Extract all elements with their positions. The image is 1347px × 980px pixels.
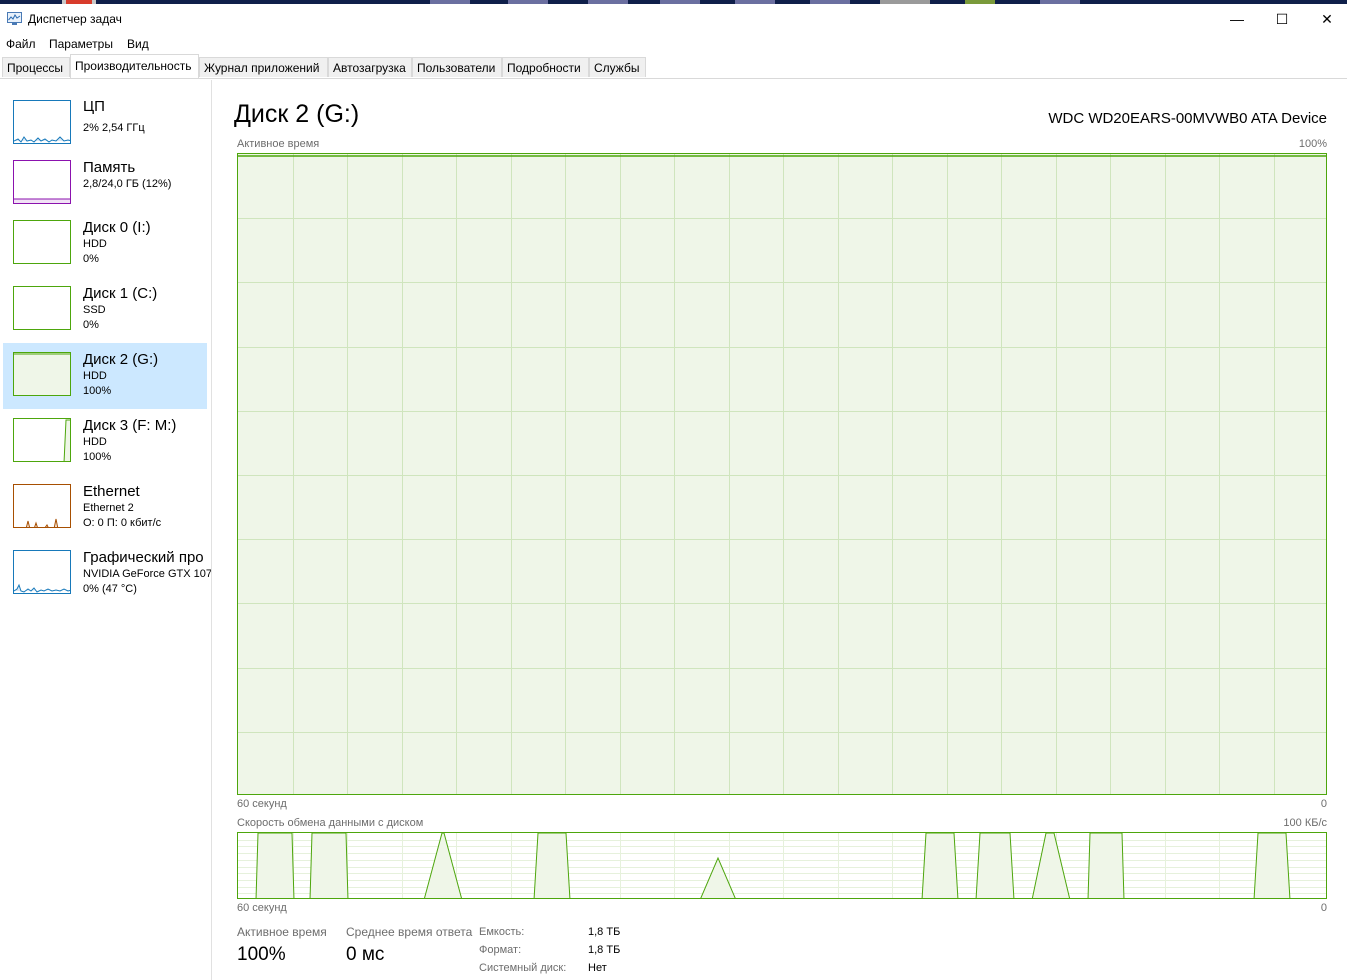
sidebar-item-title: Ethernet: [83, 483, 140, 500]
sidebar-item-throughput: О: 0 П: 0 кбит/с: [83, 517, 162, 529]
close-button[interactable]: ✕: [1304, 4, 1347, 34]
sidebar-item-memory[interactable]: Память 2,8/24,0 ГБ (12%): [3, 150, 207, 216]
transfer-rate-graph-x-left: 60 секунд: [237, 902, 287, 914]
sidebar-item-disk2[interactable]: Диск 2 (G:) HDD 100%: [3, 343, 207, 409]
tab-app-history[interactable]: Журнал приложений: [199, 57, 328, 77]
disk1-thumbnail-graph: [13, 286, 71, 330]
transfer-rate-mark: [309, 833, 349, 898]
disk3-thumbnail-graph: [13, 418, 71, 462]
page-title: Диск 2 (G:): [234, 100, 360, 128]
tab-bar: Процессы Производительность Журнал прило…: [0, 54, 1347, 79]
sidebar-item-usage: 100%: [83, 385, 112, 397]
sidebar-item-usage: 0%: [83, 253, 99, 265]
sidebar-item-title: ЦП: [83, 98, 105, 115]
minimize-button[interactable]: —: [1214, 4, 1260, 34]
format-label: Формат:: [479, 944, 522, 956]
transfer-rate-mark: [1253, 833, 1291, 898]
active-time-graph: [237, 153, 1327, 795]
sidebar-item-ethernet[interactable]: Ethernet Ethernet 2 О: 0 П: 0 кбит/с: [3, 478, 207, 544]
active-time-graph-max: 100%: [1298, 138, 1327, 150]
sidebar-item-disk0[interactable]: Диск 0 (I:) HDD 0%: [3, 214, 207, 280]
active-time-graph-x-right: 0: [1320, 798, 1327, 810]
ethernet-thumbnail-graph: [13, 484, 71, 528]
sidebar-item-type: HDD: [83, 238, 107, 250]
tab-services[interactable]: Службы: [589, 57, 646, 77]
capacity-label: Емкость:: [479, 926, 525, 938]
sidebar-item-type: HDD: [83, 436, 107, 448]
transfer-rate-graph: [237, 832, 1327, 899]
active-time-graph-x-left: 60 секунд: [237, 798, 287, 810]
sidebar-item-title: Диск 1 (C:): [83, 285, 158, 302]
disk-detail-pane: Диск 2 (G:) WDC WD20EARS-00MVWB0 ATA Dev…: [212, 80, 1347, 980]
sidebar-item-disk3[interactable]: Диск 3 (F: M:) HDD 100%: [3, 412, 207, 478]
sidebar-item-cpu[interactable]: ЦП 2% 2,54 ГГц: [3, 84, 207, 150]
transfer-rate-mark: [1031, 833, 1071, 898]
disk2-thumbnail-graph: [13, 352, 71, 396]
sidebar-item-usage: 0%: [83, 319, 99, 331]
device-name: WDC WD20EARS-00MVWB0 ATA Device: [1048, 110, 1327, 127]
tab-details[interactable]: Подробности: [502, 57, 589, 77]
cpu-thumbnail-graph: [13, 100, 71, 144]
gpu-thumbnail-graph: [13, 550, 71, 594]
transfer-rate-mark: [975, 833, 1015, 898]
sidebar-item-gpu[interactable]: Графический про NVIDIA GeForce GTX 107 0…: [3, 544, 211, 610]
transfer-rate-mark: [255, 833, 295, 898]
tab-startup[interactable]: Автозагрузка: [328, 57, 412, 77]
menu-file[interactable]: Файл: [6, 37, 36, 51]
resource-sidebar: ЦП 2% 2,54 ГГц Память 2,8/24,0 ГБ (12%) …: [0, 80, 212, 980]
active-time-stat-value: 100%: [237, 944, 286, 965]
sidebar-item-title: Диск 2 (G:): [83, 351, 159, 368]
transfer-rate-mark: [1087, 833, 1125, 898]
sidebar-item-usage: 100%: [83, 451, 112, 463]
sidebar-item-detail: 2% 2,54 ГГц: [83, 122, 145, 134]
active-time-graph-label: Активное время: [237, 138, 320, 150]
sidebar-item-title: Память: [83, 159, 136, 176]
sidebar-item-type: SSD: [83, 304, 106, 316]
active-time-stat-label: Активное время: [237, 925, 327, 939]
memory-thumbnail-graph: [13, 160, 71, 204]
sidebar-item-model: NVIDIA GeForce GTX 107: [83, 568, 212, 580]
menu-options[interactable]: Параметры: [49, 37, 113, 51]
response-time-stat-value: 0 мс: [346, 944, 385, 965]
maximize-button[interactable]: ☐: [1259, 4, 1305, 34]
response-time-stat-label: Среднее время ответа: [346, 925, 473, 939]
sidebar-item-adapter: Ethernet 2: [83, 502, 134, 514]
sidebar-item-title: Диск 0 (I:): [83, 219, 151, 236]
system-disk-label: Системный диск:: [479, 962, 567, 974]
menu-bar: Файл Параметры Вид: [0, 34, 1347, 54]
window-title: Диспетчер задач: [28, 12, 122, 26]
transfer-rate-mark: [533, 833, 571, 898]
sidebar-item-disk1[interactable]: Диск 1 (C:) SSD 0%: [3, 280, 207, 346]
transfer-rate-graph-max: 100 КБ/с: [1283, 817, 1327, 829]
transfer-rate-graph-x-right: 0: [1320, 902, 1327, 914]
sidebar-item-usage: 0% (47 °C): [83, 583, 137, 595]
sidebar-item-type: HDD: [83, 370, 107, 382]
transfer-rate-mark: [700, 856, 736, 898]
capacity-value: 1,8 ТБ: [588, 926, 621, 938]
title-bar: Диспетчер задач — ☐ ✕: [0, 4, 1347, 34]
sidebar-item-title: Диск 3 (F: M:): [83, 417, 177, 434]
task-manager-icon: [7, 12, 22, 25]
sidebar-item-detail: 2,8/24,0 ГБ (12%): [83, 178, 172, 190]
tab-performance[interactable]: Производительность: [70, 54, 199, 78]
sidebar-item-title: Графический про: [83, 549, 204, 566]
menu-view[interactable]: Вид: [127, 37, 149, 51]
tab-processes[interactable]: Процессы: [2, 57, 70, 77]
transfer-rate-mark: [921, 833, 959, 898]
system-disk-value: Нет: [588, 962, 607, 974]
format-value: 1,8 ТБ: [588, 944, 621, 956]
transfer-rate-graph-label: Скорость обмена данными с диском: [237, 817, 424, 829]
tab-users[interactable]: Пользователи: [412, 57, 502, 77]
disk0-thumbnail-graph: [13, 220, 71, 264]
